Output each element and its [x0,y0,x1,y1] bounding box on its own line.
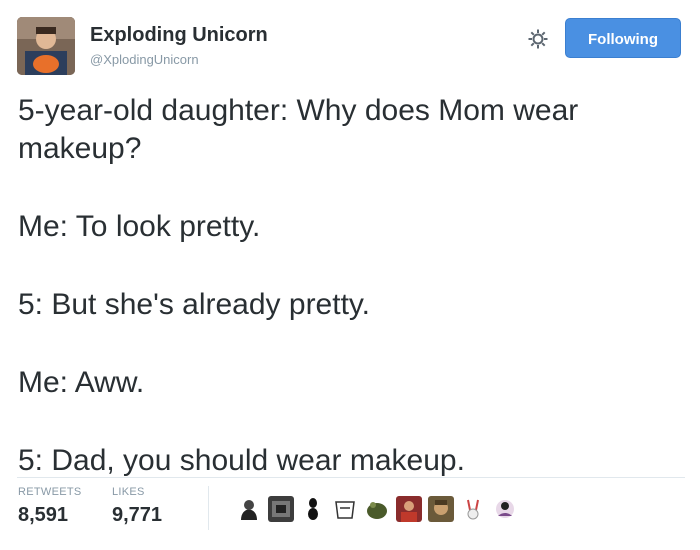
tweet-text: 5-year-old daughter: Why does Mom wear m… [18,92,678,480]
retweets-stat[interactable]: RETWEETS 8,591 [18,486,82,527]
likes-stat[interactable]: LIKES 9,771 [112,486,162,527]
liker-avatar-9[interactable] [492,496,518,522]
liker-avatar-8[interactable] [460,496,486,522]
tweet-paragraph: Me: Aww. [18,366,145,399]
retweets-label: RETWEETS [18,486,82,498]
retweets-count: 8,591 [18,504,69,526]
tweet-paragraph: 5-year-old daughter: Why does Mom wear m… [18,94,579,165]
liker-avatar-6[interactable] [396,496,422,522]
liker-avatar-5[interactable] [364,496,390,522]
liker-avatar-4[interactable] [332,496,358,522]
tweet-paragraph: 5: Dad, you should wear makeup. [18,444,465,477]
likes-count: 9,771 [112,504,163,526]
author-name[interactable]: Exploding Unicorn [90,24,268,47]
gear-icon[interactable] [527,28,549,50]
stats-separator [208,486,209,530]
liker-avatar-7[interactable] [428,496,454,522]
author-handle[interactable]: @XplodingUnicorn [90,52,199,67]
author-avatar[interactable] [17,17,75,75]
tweet-paragraph: 5: But she's already pretty. [18,288,371,321]
stats-divider [17,477,685,478]
liker-avatar-2[interactable] [268,496,294,522]
user-avatar-icon [17,17,75,75]
liker-avatars [236,495,524,523]
liker-avatar-1[interactable] [236,496,262,522]
following-button[interactable]: Following [565,18,681,58]
tweet-paragraph: Me: To look pretty. [18,210,261,243]
likes-label: LIKES [112,486,145,498]
liker-avatar-3[interactable] [300,496,326,522]
tweet-card: Exploding Unicorn @XplodingUnicorn Follo… [0,0,700,550]
